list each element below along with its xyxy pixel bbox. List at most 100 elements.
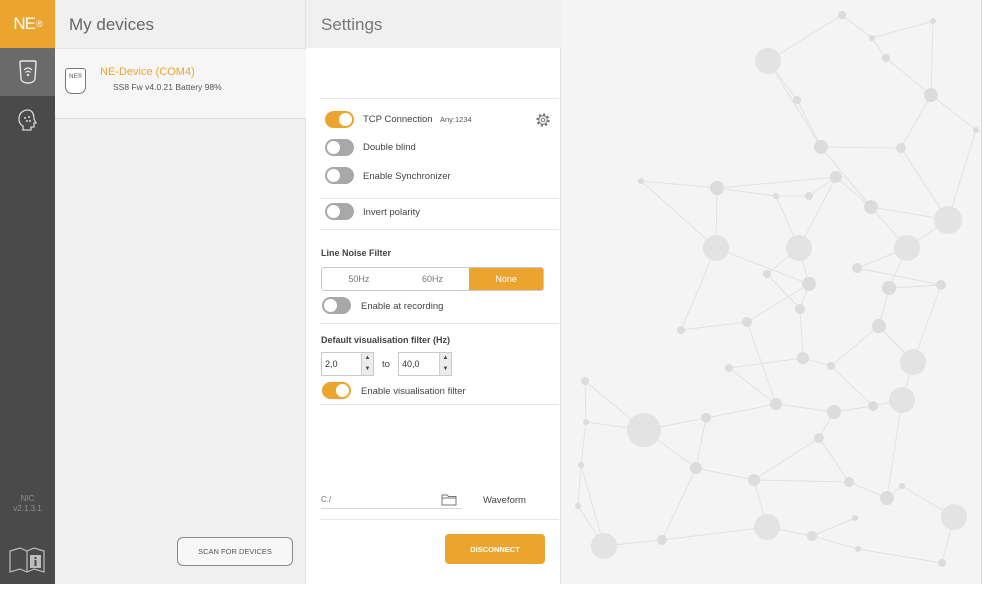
network-node <box>973 127 979 133</box>
network-node <box>575 503 581 509</box>
disconnect-button[interactable]: DISCONNECT <box>445 534 545 564</box>
background-network-graphic <box>561 0 981 584</box>
stepper-up-icon[interactable]: ▲ <box>440 353 451 364</box>
network-edge <box>661 467 697 541</box>
network-illustration <box>575 11 979 567</box>
divider <box>320 198 559 199</box>
network-edge <box>830 325 880 367</box>
network-edge <box>947 129 977 221</box>
vis-filter-from-stepper: ▲ ▼ <box>321 352 374 376</box>
network-edge <box>753 437 820 481</box>
vis-filter-from-input[interactable] <box>322 353 360 375</box>
network-node <box>936 280 946 290</box>
network-node <box>864 200 878 214</box>
rail-item-head[interactable] <box>0 96 55 144</box>
network-node <box>924 88 938 102</box>
double-blind-toggle[interactable] <box>325 139 354 156</box>
network-node <box>748 474 760 486</box>
line-noise-option-none[interactable]: None <box>469 268 543 290</box>
network-node <box>889 387 915 413</box>
network-node <box>638 178 644 184</box>
manual-button[interactable] <box>8 546 46 579</box>
toggle-knob <box>327 205 340 218</box>
network-node <box>690 462 702 474</box>
logo-mark: ® <box>35 19 43 29</box>
toggle-knob <box>339 113 352 126</box>
double-blind-label: Double blind <box>363 142 416 153</box>
stepper-up-icon[interactable]: ▲ <box>362 353 373 364</box>
network-node <box>880 491 894 505</box>
synchronizer-label: Enable Synchronizer <box>363 171 451 182</box>
network-node <box>872 319 886 333</box>
enable-vis-filter-toggle[interactable] <box>322 382 351 399</box>
network-node <box>710 181 724 195</box>
stepper-down-icon[interactable]: ▼ <box>440 364 451 375</box>
network-node <box>827 362 835 370</box>
invert-polarity-toggle[interactable] <box>325 203 354 220</box>
settings-panel: Settings TCP Connection Any:1234 Double … <box>306 0 561 584</box>
folder-icon <box>441 494 457 506</box>
window-edge <box>981 0 990 584</box>
vis-filter-to-input[interactable] <box>399 353 437 375</box>
device-list-item[interactable]: NE® NE-Device (COM4) SS8 Fw v4.0.21 Batt… <box>55 49 306 119</box>
network-node <box>894 235 920 261</box>
app-version: NIC v2.1.3.1 <box>0 494 55 514</box>
device-info: SS8 Fw v4.0.21 Battery 98% <box>113 82 222 92</box>
network-node <box>657 535 667 545</box>
settings-header: Settings <box>306 0 561 48</box>
network-node <box>725 364 733 372</box>
network-edge <box>716 176 837 189</box>
line-noise-option-60hz[interactable]: 60Hz <box>396 268 470 290</box>
synchronizer-toggle[interactable] <box>325 167 354 184</box>
network-node <box>900 349 926 375</box>
network-edge <box>695 467 755 481</box>
network-edge <box>695 417 707 469</box>
version-number: v2.1.3.1 <box>13 504 42 513</box>
network-node <box>754 514 780 540</box>
invert-polarity-label: Invert polarity <box>363 207 421 218</box>
network-edge <box>661 526 768 541</box>
network-edge <box>767 60 822 148</box>
scan-for-devices-button[interactable]: SCAN FOR DEVICES <box>177 537 293 566</box>
enable-vis-filter-label: Enable visualisation filter <box>361 386 466 397</box>
enable-at-recording-toggle[interactable] <box>322 297 351 314</box>
network-node <box>627 413 661 447</box>
network-node <box>703 235 729 261</box>
network-node <box>805 192 813 200</box>
logo-text: NE <box>13 14 36 33</box>
tcp-connection-toggle[interactable] <box>325 111 354 128</box>
network-node <box>797 352 809 364</box>
window-bottom-edge <box>0 584 990 590</box>
network-node <box>795 304 805 314</box>
network-node <box>773 193 779 199</box>
network-node <box>802 277 816 291</box>
toggle-knob <box>327 169 340 182</box>
tcp-settings-button[interactable] <box>535 112 551 133</box>
settings-title: Settings <box>321 15 383 34</box>
device-name: NE-Device (COM4) <box>100 66 195 78</box>
app-logo: NE ® <box>0 0 55 48</box>
divider <box>320 323 559 324</box>
network-edge <box>799 308 804 359</box>
network-node <box>868 401 878 411</box>
network-edge <box>885 57 932 96</box>
vis-filter-heading: Default visualisation filter (Hz) <box>321 335 451 345</box>
network-node <box>899 483 905 489</box>
network-edge <box>857 548 943 564</box>
network-edge <box>746 321 777 405</box>
browse-folder-button[interactable] <box>441 493 457 511</box>
rail-item-devices[interactable] <box>0 48 55 96</box>
network-edge <box>680 247 717 331</box>
network-edge <box>584 380 587 423</box>
stepper-buttons: ▲ ▼ <box>361 353 373 375</box>
network-node <box>852 515 858 521</box>
network-edge <box>811 535 859 550</box>
device-icon: NE® <box>65 68 86 94</box>
network-node <box>838 11 846 19</box>
stepper-down-icon[interactable]: ▼ <box>362 364 373 375</box>
waveform-label: Waveform <box>483 495 526 506</box>
toggle-knob <box>324 299 337 312</box>
network-node <box>581 377 589 385</box>
divider <box>320 229 559 230</box>
line-noise-option-50hz[interactable]: 50Hz <box>322 268 396 290</box>
